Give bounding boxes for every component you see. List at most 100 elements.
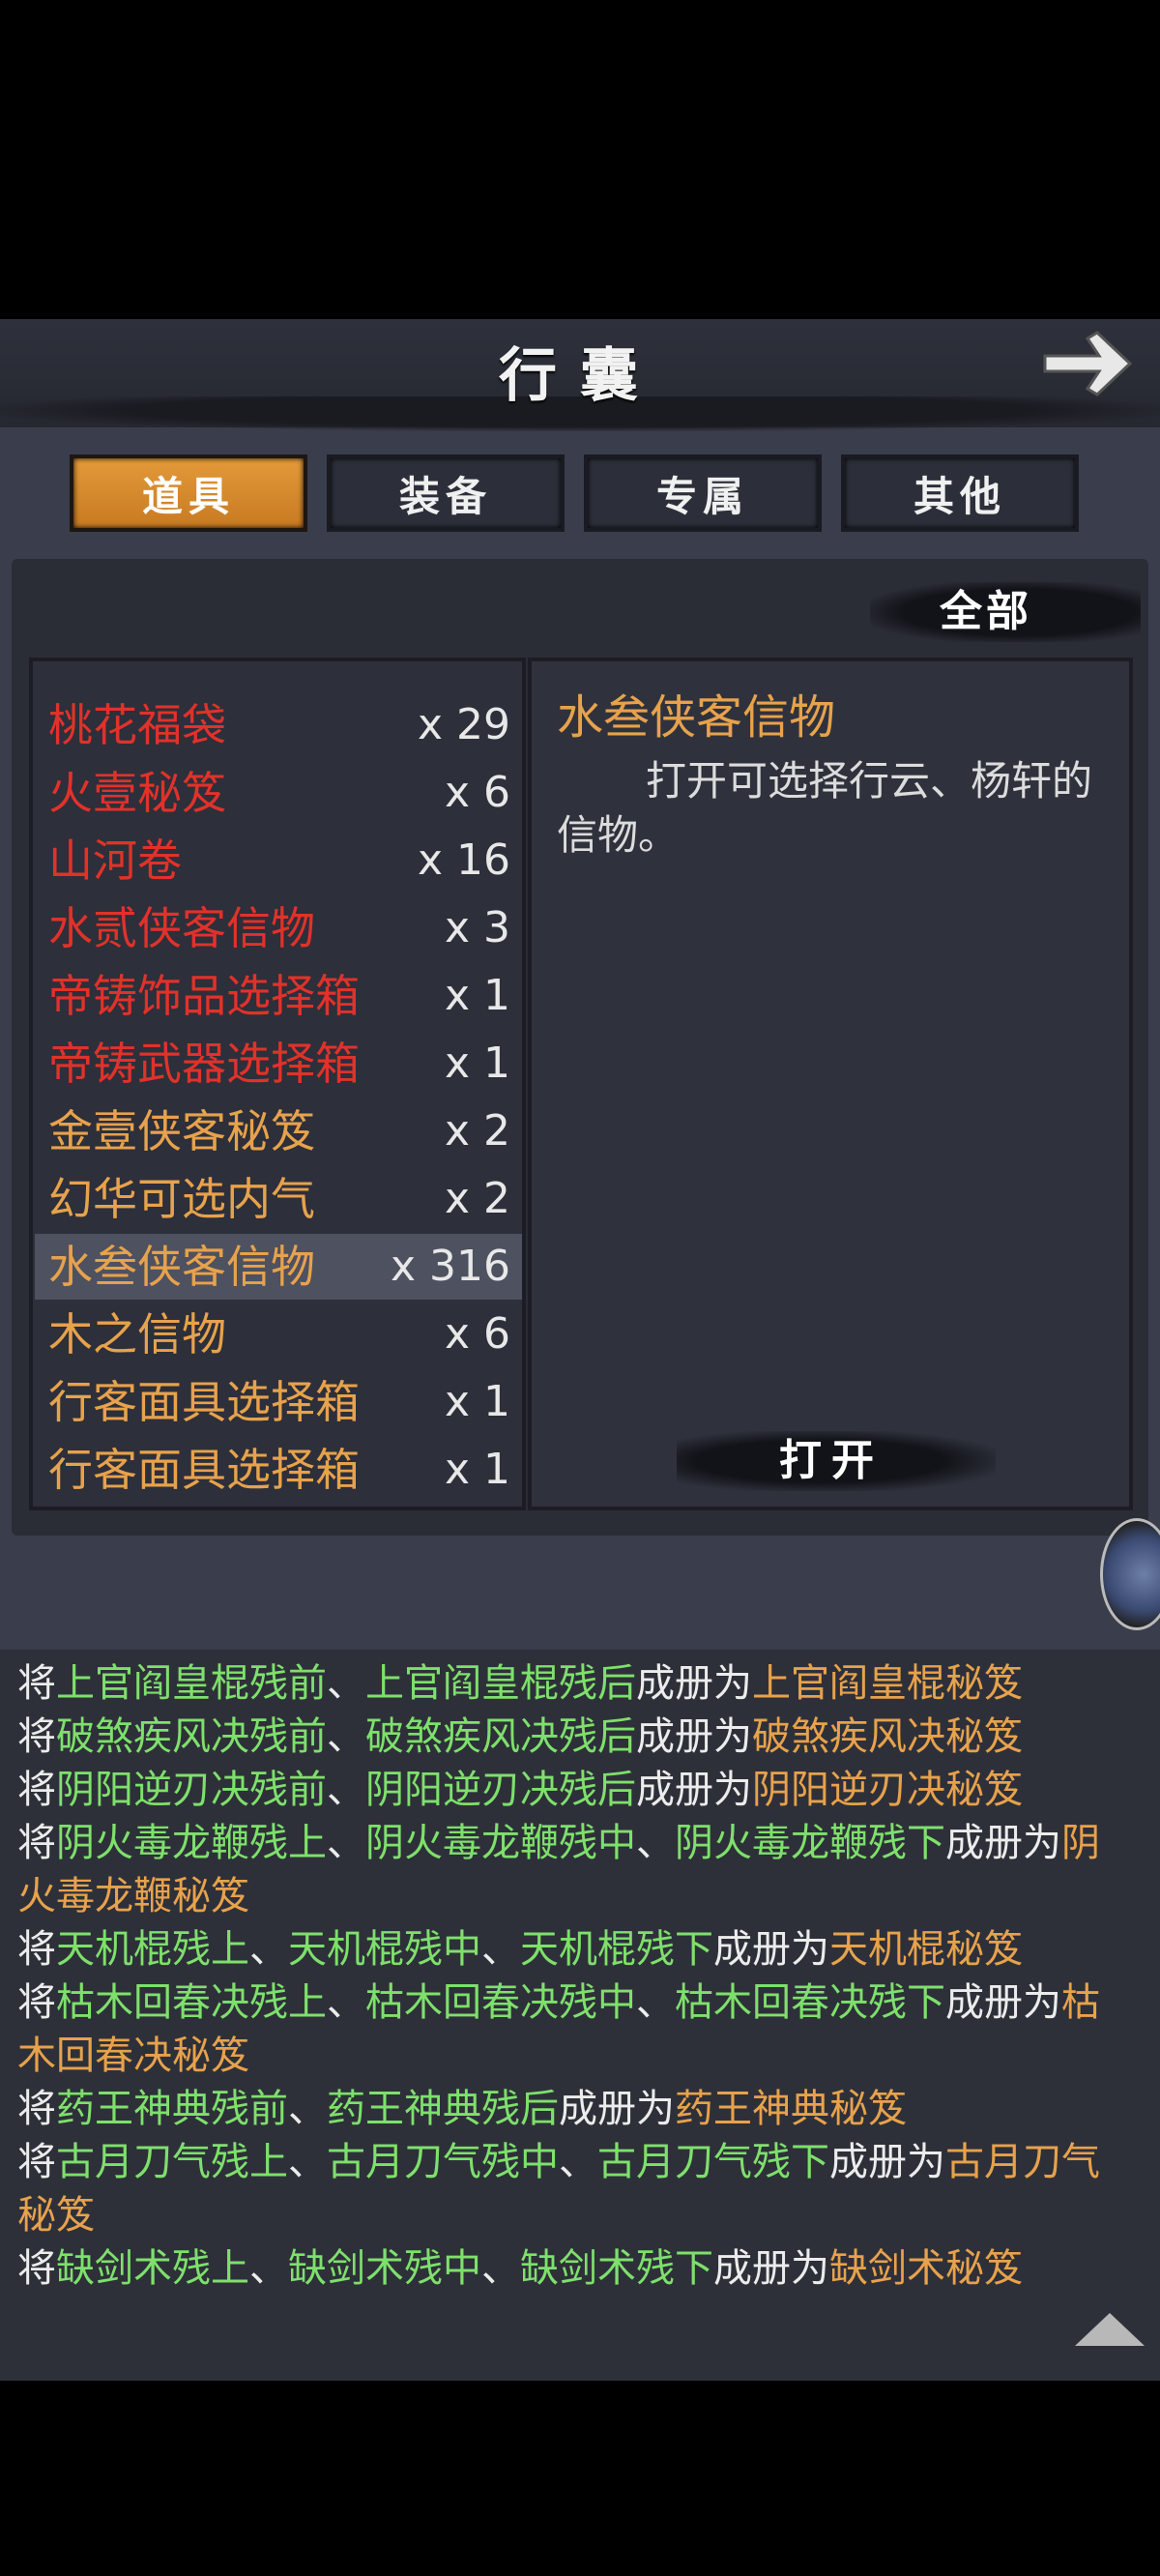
list-item[interactable]: 帝铸饰品选择箱 x 1 [35,963,522,1029]
item-qty: x 6 [444,768,510,817]
list-item[interactable]: 帝铸武器选择箱 x 1 [35,1031,522,1097]
tab-equipment[interactable]: 装备 [327,454,565,532]
log-segment: 、 [481,2246,520,2291]
bottom-black-bar [0,2381,1160,2576]
log-segment: 天机棍秘笈 [829,1927,1023,1972]
log-segment: 、 [249,1927,288,1972]
log-segment: 药王神典残前 [56,2087,288,2131]
list-item[interactable]: 山河卷 x 16 [35,828,522,893]
item-qty: x 16 [417,835,510,885]
list-item[interactable]: 金壹侠客秘笈 x 2 [35,1098,522,1164]
log-segment: 药王神典秘笈 [675,2087,907,2131]
item-name: 山河卷 [48,834,182,887]
log-segment: 古月刀气残中 [327,2140,559,2184]
list-item[interactable]: 行客面具选择箱 x 1 [35,1437,522,1503]
item-qty: x 1 [444,1039,510,1088]
log-segment: 成册为 [559,2087,675,2131]
log-segment: 将 [17,1927,56,1972]
log-segment: 枯木回春决残上 [56,1980,327,2025]
log-segment: 古月刀气 [945,2140,1100,2184]
item-qty: x 29 [417,700,510,749]
log-segment: 上官阎皇棍残后 [365,1661,636,1706]
log-segment: 药王神典残后 [327,2087,559,2131]
log-segment: 阴阳逆刃决残前 [56,1768,327,1812]
log-segment: 成册为 [945,1821,1061,1865]
item-name: 水贰侠客信物 [48,902,315,954]
log-segment: 阴 [1061,1821,1100,1865]
log-segment: 将 [17,2246,56,2291]
log-line: 将阴阳逆刃决残前、阴阳逆刃决残后成册为阴阳逆刃决秘笈 [17,1764,1139,1817]
item-name: 火壹秘笈 [48,767,226,819]
log-segment: 火毒龙鞭秘笈 [17,1874,249,1918]
open-button[interactable]: 打开 [735,1431,928,1491]
list-item-selected[interactable]: 水叁侠客信物 x 316 [35,1234,522,1300]
log-segment: 枯 [1061,1980,1100,2025]
log-segment: 将 [17,1980,56,2025]
item-qty: x 1 [444,971,510,1020]
log-line: 木回春决秘笈 [17,2030,1139,2083]
log-segment: 成册为 [713,1927,829,1972]
item-list[interactable]: 桃花福袋 x 29 火壹秘笈 x 6 山河卷 x 16 水贰侠客信物 x 3 帝铸饰品选… [29,658,526,1510]
log-line: 将上官阎皇棍残前、上官阎皇棍残后成册为上官阎皇棍秘笈 [17,1657,1139,1711]
log-segment: 成册为 [829,2140,945,2184]
log-segment: 成册为 [636,1768,752,1812]
tab-other[interactable]: 其他 [841,454,1079,532]
item-name: 行客面具选择箱 [48,1444,360,1496]
page-title: 行囊 [499,342,661,410]
list-item[interactable]: 桃花福袋 x 29 [35,692,522,758]
log-segment: 阴阳逆刃决残后 [365,1768,636,1812]
detail-title: 水叁侠客信物 [557,690,836,745]
log-segment: 、 [327,1661,365,1706]
log-segment: 将 [17,1768,56,1812]
list-item[interactable]: 火壹秘笈 x 6 [35,760,522,826]
log-line: 将古月刀气残上、古月刀气残中、古月刀气残下成册为古月刀气 [17,2136,1139,2189]
item-qty: x 2 [444,1174,510,1223]
log-segment: 上官阎皇棍秘笈 [752,1661,1023,1706]
log-segment: 、 [327,1821,365,1865]
log-line: 将药王神典残前、药王神典残后成册为药王神典秘笈 [17,2083,1139,2136]
log-segment: 、 [327,1980,365,2025]
log-segment: 将 [17,1821,56,1865]
item-qty: x 1 [444,1445,510,1494]
log-segment: 木回春决秘笈 [17,2034,249,2078]
detail-description: 打开可选择行云、杨轩的信物。 [557,757,1093,859]
log-segment: 阴火毒龙鞭残上 [56,1821,327,1865]
list-item[interactable]: 幻华可选内气 x 2 [35,1166,522,1232]
list-item[interactable]: 行客面具选择箱 x 1 [35,1369,522,1435]
log-segment: 上官阎皇棍残前 [56,1661,327,1706]
item-name: 金壹侠客秘笈 [48,1105,315,1157]
item-name: 帝铸武器选择箱 [48,1038,360,1090]
list-item[interactable]: 水贰侠客信物 x 3 [35,895,522,961]
scroll-up-triangle-icon[interactable] [1075,2313,1145,2346]
log-line: 将破煞疾风决残前、破煞疾风决残后成册为破煞疾风决秘笈 [17,1711,1139,1764]
filter-dropdown[interactable]: 全部 [899,582,1073,642]
item-qty: x 316 [390,1242,510,1291]
log-line: 将天机棍残上、天机棍残中、天机棍残下成册为天机棍秘笈 [17,1923,1139,1976]
tab-exclusive[interactable]: 专属 [584,454,822,532]
log-segment: 、 [559,2140,597,2184]
log-segment: 将 [17,1661,56,1706]
log-segment: 阴火毒龙鞭残下 [675,1821,945,1865]
log-segment: 破煞疾风决残前 [56,1714,327,1759]
list-item[interactable]: 木之信物 x 6 [35,1302,522,1367]
tab-items[interactable]: 道具 [70,454,307,532]
log-line: 将缺剑术残上、缺剑术残中、缺剑术残下成册为缺剑术秘笈 [17,2242,1139,2296]
log-line: 火毒龙鞭秘笈 [17,1870,1139,1923]
log-segment: 、 [636,1980,675,2025]
log-segment: 秘笈 [17,2193,95,2238]
log-segment: 天机棍残上 [56,1927,249,1972]
log-line: 将阴火毒龙鞭残上、阴火毒龙鞭残中、阴火毒龙鞭残下成册为阴 [17,1817,1139,1870]
item-name: 行客面具选择箱 [48,1376,360,1428]
log-segment: 、 [288,2140,327,2184]
item-detail-panel: 水叁侠客信物 打开可选择行云、杨轩的信物。 [528,658,1133,1510]
log-segment: 枯木回春决残下 [675,1980,945,2025]
log-segment: 阴阳逆刃决秘笈 [752,1768,1023,1812]
item-qty: x 3 [444,903,510,952]
item-name: 木之信物 [48,1308,226,1361]
back-arrow-icon[interactable] [1039,327,1136,400]
log-segment: 缺剑术残下 [520,2246,713,2291]
message-log[interactable]: 将上官阎皇棍残前、上官阎皇棍残后成册为上官阎皇棍秘笈 将破煞疾风决残前、破煞疾风决… [0,1650,1160,2381]
log-segment: 破煞疾风决秘笈 [752,1714,1023,1759]
log-segment: 成册为 [713,2246,829,2291]
log-segment: 将 [17,1714,56,1759]
